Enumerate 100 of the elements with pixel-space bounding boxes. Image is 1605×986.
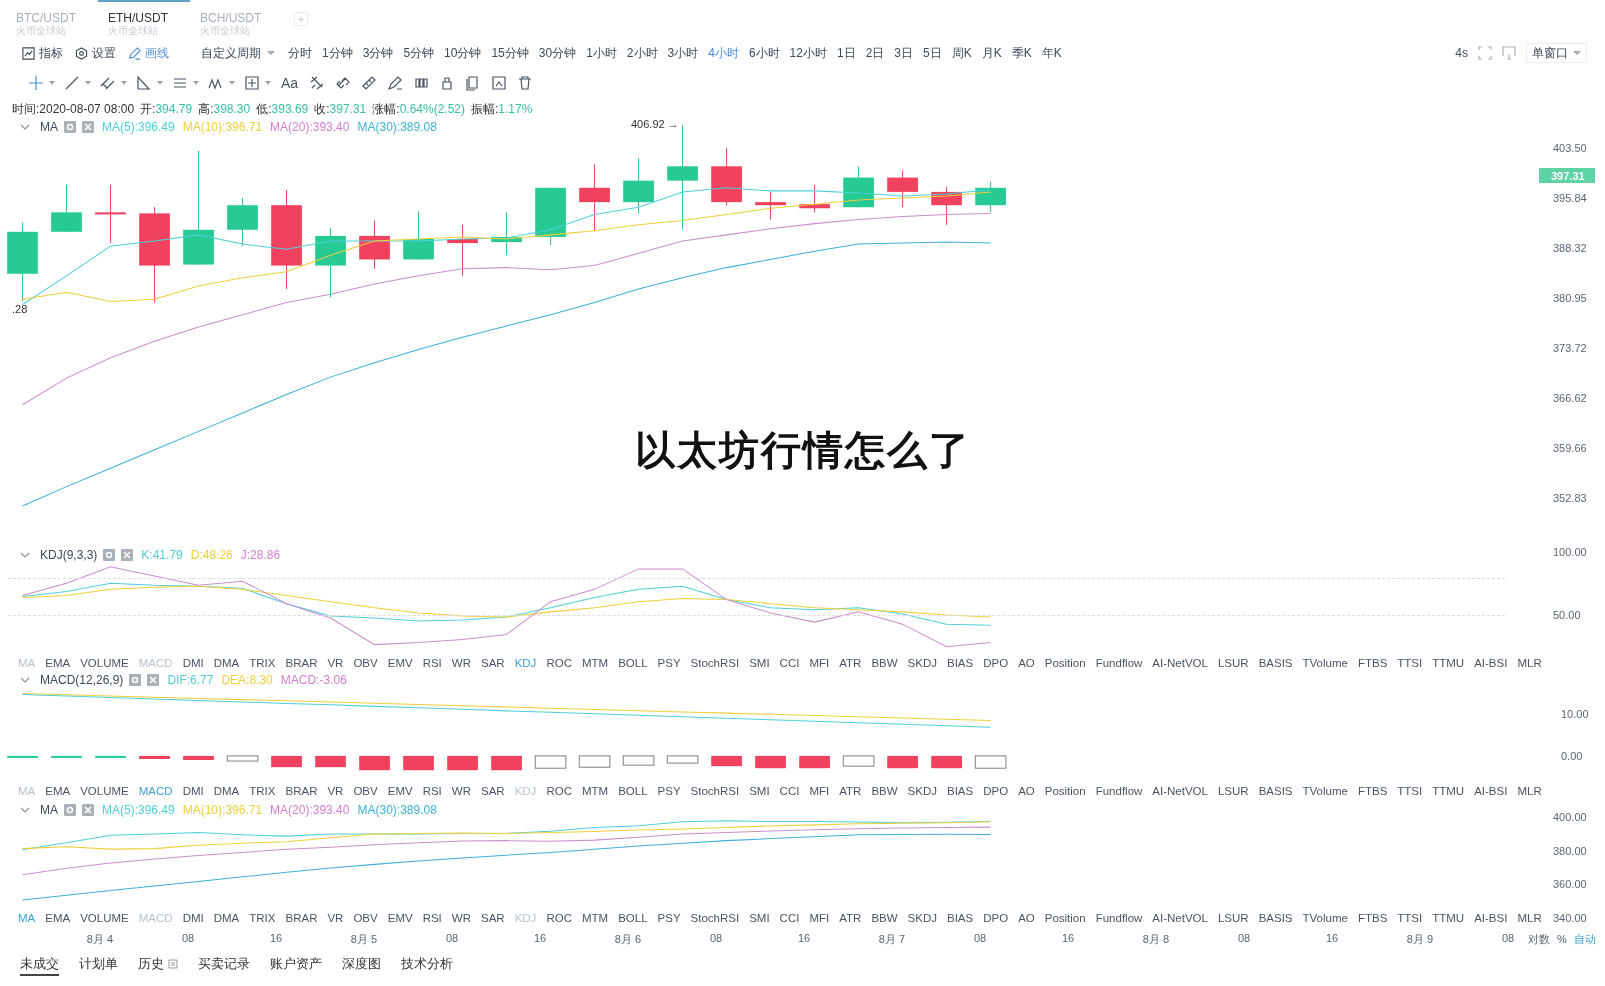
order-tab[interactable]: 深度图 xyxy=(342,954,381,976)
indicator-tab[interactable]: BIAS xyxy=(947,654,974,672)
period-tab[interactable]: 12小时 xyxy=(789,43,827,63)
indicator-tab[interactable]: Position xyxy=(1044,654,1086,672)
period-tab[interactable]: 5日 xyxy=(923,43,942,63)
indicator-tab[interactable]: VR xyxy=(327,909,344,927)
period-tab[interactable]: 1分钟 xyxy=(322,43,353,63)
scale-option[interactable]: 对数 xyxy=(1528,931,1550,947)
indicator-tab[interactable]: FTBS xyxy=(1357,654,1388,672)
indicator-tab[interactable]: BRAR xyxy=(285,654,318,672)
indicator-tab[interactable]: BBW xyxy=(871,654,898,672)
indicator-tab[interactable]: MTM xyxy=(581,909,609,927)
indicator-tab[interactable]: TRIX xyxy=(249,909,276,927)
indicator-tab[interactable]: LSUR xyxy=(1217,909,1249,927)
order-tab[interactable]: 历史 xyxy=(138,954,178,976)
indicator-tab[interactable]: ROC xyxy=(546,909,572,927)
settings-icon[interactable] xyxy=(64,804,76,816)
refresh-interval[interactable]: 4s xyxy=(1455,46,1468,60)
period-tab[interactable]: 2日 xyxy=(865,43,885,63)
line-icon[interactable] xyxy=(63,74,81,92)
indicator-tab[interactable]: TRIX xyxy=(249,654,276,672)
indicator-tab[interactable]: DPO xyxy=(983,909,1009,927)
indicator-tab[interactable]: VR xyxy=(327,782,344,800)
indicator-tab[interactable]: PSY xyxy=(657,782,681,800)
indicator-tab[interactable]: OBV xyxy=(353,909,378,927)
period-tab[interactable]: 周K xyxy=(951,43,972,63)
indicator-tab[interactable]: StochRSI xyxy=(690,909,740,927)
indicator-tab[interactable]: EMA xyxy=(45,909,71,927)
indicator-tab[interactable]: SMI xyxy=(749,782,770,800)
order-tab[interactable]: 账户资产 xyxy=(270,954,322,976)
indicator-tab[interactable]: ROC xyxy=(546,782,572,800)
indicator-tab[interactable]: Fundflow xyxy=(1095,654,1143,672)
toolbar-button[interactable]: 画线 xyxy=(128,43,169,63)
indicator-tab[interactable]: AO xyxy=(1018,782,1035,800)
indicator-tab[interactable]: RSI xyxy=(422,654,442,672)
period-tab[interactable]: 1小时 xyxy=(586,43,617,63)
indicator-tab[interactable]: TVolume xyxy=(1302,909,1348,927)
indicator-tab[interactable]: Position xyxy=(1044,909,1086,927)
indicator-tab[interactable]: VOLUME xyxy=(80,909,129,927)
order-tab[interactable]: 技术分析 xyxy=(401,954,453,976)
order-tab[interactable]: 买卖记录 xyxy=(198,954,250,976)
indicator-tab[interactable]: LSUR xyxy=(1217,654,1249,672)
indicator-tab[interactable]: BIAS xyxy=(947,909,974,927)
caret-icon[interactable] xyxy=(49,81,55,85)
indicator-tab[interactable]: DMI xyxy=(182,654,204,672)
indicator-tab[interactable]: FTBS xyxy=(1357,909,1388,927)
custom-period-dropdown[interactable]: 自定义周期 xyxy=(201,43,275,63)
order-tab[interactable]: 计划单 xyxy=(79,954,118,976)
indicator-tab[interactable]: Fundflow xyxy=(1095,782,1143,800)
indicator-tab[interactable]: SAR xyxy=(481,909,505,927)
period-tab[interactable]: 3日 xyxy=(894,43,913,63)
indicator-tab[interactable]: BRAR xyxy=(285,909,318,927)
caret-icon[interactable] xyxy=(193,81,199,85)
indicator-tab[interactable]: StochRSI xyxy=(690,654,740,672)
indicator-tab[interactable]: MFI xyxy=(809,909,830,927)
indicator-tab[interactable]: BBW xyxy=(871,909,898,927)
indicator-tab[interactable]: BASIS xyxy=(1258,909,1293,927)
angle-icon[interactable] xyxy=(135,74,153,92)
order-tab[interactable]: 未成交 xyxy=(20,954,59,976)
caret-icon[interactable] xyxy=(229,81,235,85)
indicator-tab[interactable]: VOLUME xyxy=(80,782,129,800)
indicator-tab[interactable]: AI-BSI xyxy=(1474,909,1508,927)
indicator-tab[interactable]: MLR xyxy=(1517,654,1542,672)
indicator-tab[interactable]: BASIS xyxy=(1258,654,1293,672)
close-icon[interactable] xyxy=(147,674,160,686)
indicator-tab[interactable]: EMA xyxy=(45,654,71,672)
indicator-tab[interactable]: TTSI xyxy=(1397,782,1423,800)
indicator-tab[interactable]: PSY xyxy=(657,654,681,672)
caret-icon[interactable] xyxy=(157,81,163,85)
indicator-tab[interactable]: WR xyxy=(451,654,471,672)
indicator-tab[interactable]: EMA xyxy=(45,782,71,800)
fullscreen-icon[interactable] xyxy=(1478,46,1492,60)
indicator-tab[interactable]: SKDJ xyxy=(907,654,937,672)
period-tab[interactable]: 10分钟 xyxy=(444,43,482,63)
caret-icon[interactable] xyxy=(265,81,271,85)
indicator-tab[interactable]: CCI xyxy=(779,654,800,672)
close-icon[interactable] xyxy=(82,804,94,816)
indicator-tab[interactable]: EMV xyxy=(387,909,413,927)
indicator-tab[interactable]: SAR xyxy=(481,782,505,800)
window-mode-dropdown[interactable]: 单窗口 xyxy=(1526,43,1587,63)
toolbar-button[interactable]: 设置 xyxy=(75,43,116,63)
period-tab[interactable]: 6小时 xyxy=(748,43,780,63)
indicator-tab[interactable]: RSI xyxy=(422,782,442,800)
indicator-tab[interactable]: BASIS xyxy=(1258,782,1293,800)
period-tab[interactable]: 年K xyxy=(1041,43,1062,63)
indicator-tab[interactable]: DPO xyxy=(983,782,1009,800)
indicator-tab[interactable]: TVolume xyxy=(1302,654,1348,672)
indicator-tab[interactable]: FTBS xyxy=(1357,782,1388,800)
indicator-tab[interactable]: TTMU xyxy=(1432,909,1465,927)
period-tab[interactable]: 3分钟 xyxy=(362,43,394,63)
indicator-tab[interactable]: AO xyxy=(1018,654,1035,672)
collapse-caret-icon[interactable] xyxy=(20,552,30,558)
indicator-tab[interactable]: SKDJ xyxy=(907,909,937,927)
indicator-tab[interactable]: MFI xyxy=(809,782,830,800)
indicator-tab[interactable]: CCI xyxy=(779,782,800,800)
indicator-tab[interactable]: ATR xyxy=(839,909,862,927)
indicator-tab[interactable]: BOLL xyxy=(618,909,648,927)
indicator-tab[interactable]: EMV xyxy=(387,654,413,672)
indicator-tab[interactable]: MFI xyxy=(809,654,830,672)
indicator-tab[interactable]: LSUR xyxy=(1217,782,1249,800)
